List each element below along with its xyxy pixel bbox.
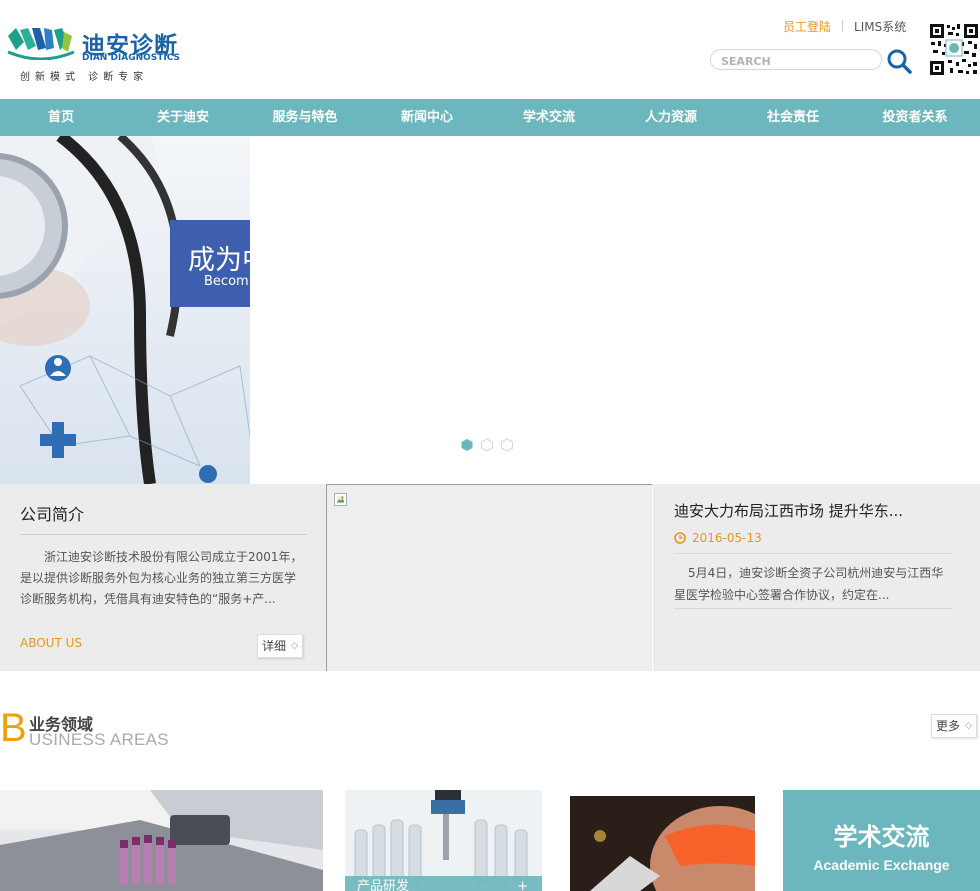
nav-item-news[interactable]: 新闻中心	[366, 99, 488, 136]
nav-item-home[interactable]: 首页	[0, 99, 122, 136]
detail-button-label: 详细	[262, 639, 287, 653]
card-title-cn: 学术交流	[833, 823, 930, 851]
lab-analyzer-image	[0, 790, 323, 891]
news-date-text: 2016-05-13	[692, 531, 762, 545]
nav-item-services[interactable]: 服务与特色	[244, 99, 366, 136]
clock-icon	[674, 532, 686, 544]
site-logo[interactable]: 迪安诊断 DIAN DIAGNOSTICS 创新模式 诊断专家	[6, 20, 186, 84]
nav-item-about[interactable]: 关于迪安	[122, 99, 244, 136]
divider	[674, 553, 952, 554]
qr-code-icon	[928, 22, 980, 77]
about-text: 浙江迪安诊断技术股份有限公司成立于2001年，是以提供诊断服务外包为核心业务的独…	[20, 550, 303, 606]
about-title: 公司简介	[20, 505, 85, 524]
divider	[20, 534, 307, 535]
business-areas-heading: B 业务领域 USINESS AREAS	[0, 708, 200, 753]
slide-dot[interactable]	[480, 438, 494, 452]
slide-dot[interactable]	[500, 438, 514, 452]
heading-initial: B	[0, 706, 27, 750]
main-nav: 首页 关于迪安 服务与特色 新闻中心 学术交流 人力资源 社会责任 投资者关系	[0, 99, 980, 136]
more-button-label: 更多	[936, 719, 961, 733]
business-card-rnd[interactable]: 产品研发 +	[345, 790, 542, 891]
scientist-goggles-image	[570, 796, 755, 891]
staff-login-link[interactable]: 员工登陆	[783, 20, 831, 34]
card-caption: 产品研发 +	[345, 876, 542, 891]
news-title[interactable]: 迪安大力布局江西市场 提升华东...	[674, 500, 903, 521]
more-button[interactable]: 更多 ◇	[931, 714, 977, 738]
card-title-en: Academic Exchange	[813, 857, 950, 873]
search-icon[interactable]	[886, 48, 912, 74]
arrow-icon: ◇	[965, 721, 972, 731]
about-us-link[interactable]: ABOUT US	[20, 636, 82, 650]
heading-en: USINESS AREAS	[29, 730, 169, 749]
site-header: 迪安诊断 DIAN DIAGNOSTICS 创新模式 诊断专家 员工登陆 LIMS…	[0, 0, 980, 99]
business-card-research[interactable]	[570, 796, 755, 891]
logo-text-en: DIAN DIAGNOSTICS	[82, 53, 181, 63]
plus-icon: +	[517, 879, 528, 891]
broken-image-icon	[334, 493, 347, 506]
search-box	[710, 49, 882, 70]
nav-item-hr[interactable]: 人力资源	[610, 99, 732, 136]
business-card-lab[interactable]	[0, 790, 323, 891]
card-caption-text: 产品研发	[357, 879, 410, 891]
business-card-academic[interactable]: 学术交流 Academic Exchange	[783, 790, 980, 891]
logo-mark-icon	[7, 28, 75, 60]
news-panel: 迪安大力布局江西市场 提升华东... 2016-05-13 5月4日，迪安诊断全…	[654, 484, 980, 671]
banner-caption-cn: 成为中	[188, 245, 250, 276]
slide-dot-active[interactable]	[460, 438, 474, 452]
search-input[interactable]	[721, 55, 871, 68]
divider	[674, 608, 952, 609]
hero-banner: 成为中 Becom	[0, 136, 980, 484]
top-links: 员工登陆 LIMS系统	[783, 18, 906, 35]
divider	[842, 20, 844, 32]
detail-button[interactable]: 详细 ◇	[257, 634, 303, 658]
nav-item-academic[interactable]: 学术交流	[488, 99, 610, 136]
banner-caption-en: Becom	[204, 274, 249, 289]
info-row: 公司简介 浙江迪安诊断技术股份有限公司成立于2001年，是以提供诊断服务外包为核…	[0, 484, 980, 671]
news-date: 2016-05-13	[674, 531, 762, 545]
video-panel[interactable]	[326, 484, 653, 671]
banner-caption: 成为中 Becom	[170, 220, 250, 307]
doctor-stethoscope-illustration	[0, 136, 250, 484]
about-panel: 公司简介 浙江迪安诊断技术股份有限公司成立于2001年，是以提供诊断服务外包为核…	[0, 484, 326, 671]
lims-link[interactable]: LIMS系统	[854, 20, 906, 34]
nav-item-social[interactable]: 社会责任	[732, 99, 854, 136]
news-text: 5月4日，迪安诊断全资子公司杭州迪安与江西华星医学检验中心签署合作协议，约定在.…	[674, 566, 944, 602]
banner-image[interactable]: 成为中 Becom	[0, 136, 250, 484]
nav-item-investors[interactable]: 投资者关系	[854, 99, 976, 136]
logo-slogan: 创新模式 诊断专家	[20, 72, 149, 83]
arrow-icon: ◇	[291, 641, 298, 651]
